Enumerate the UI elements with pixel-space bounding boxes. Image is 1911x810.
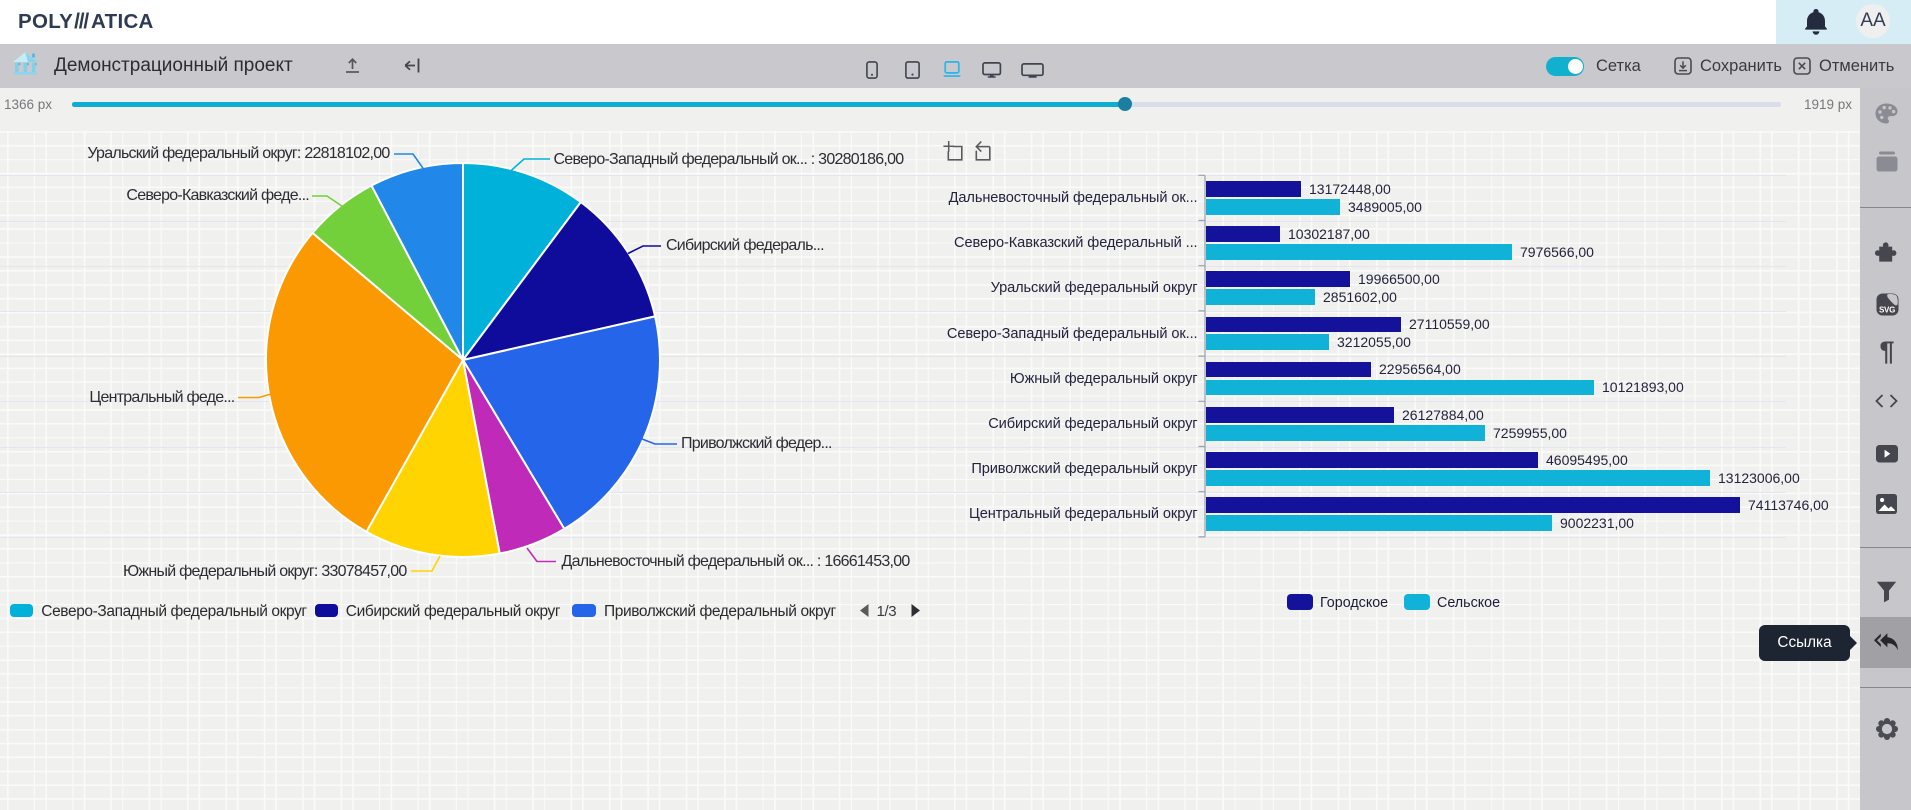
svg-text:SVG: SVG (1879, 305, 1895, 314)
